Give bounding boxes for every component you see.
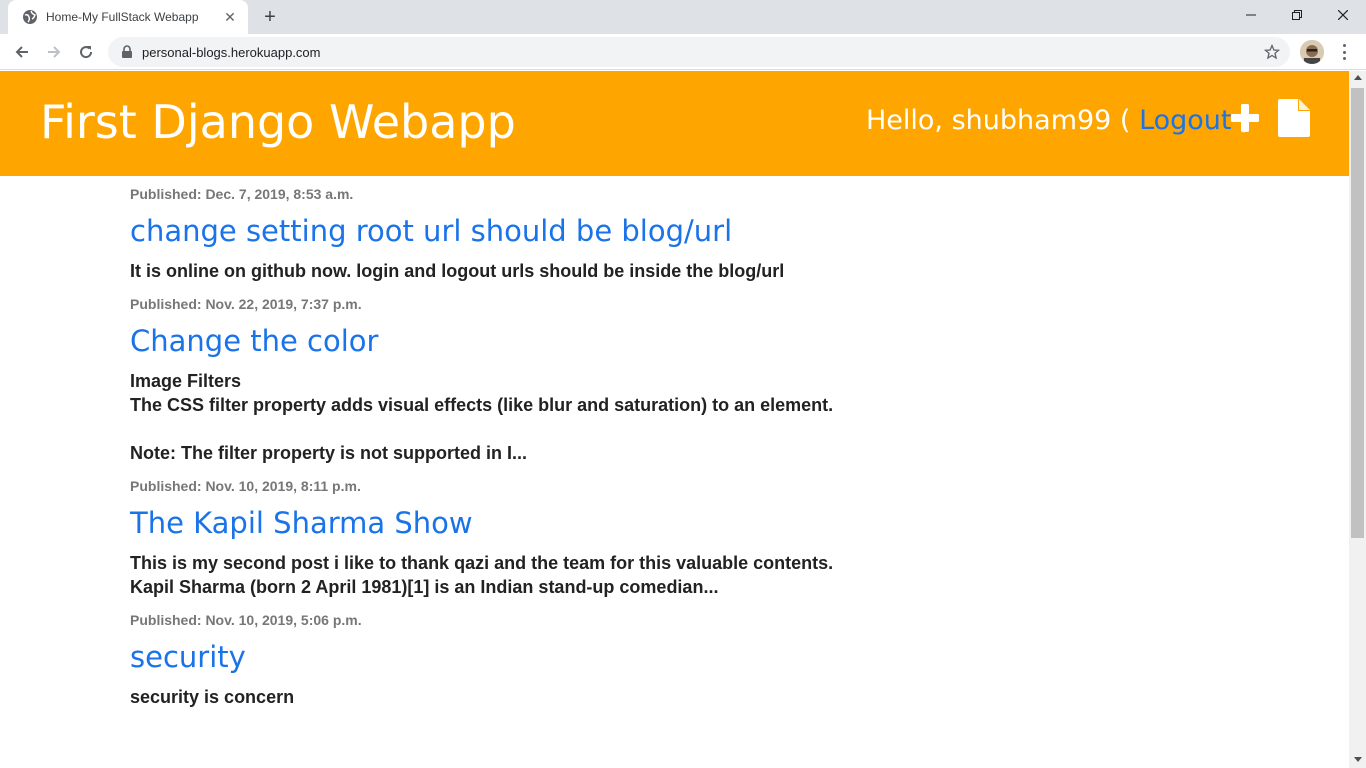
site-header: First Django Webapp Hello, shubham99 ( L… [0, 71, 1349, 176]
forward-button[interactable] [40, 38, 68, 66]
post-date: Published: Nov. 10, 2019, 8:11 p.m. [130, 478, 361, 494]
forward-arrow-icon [48, 46, 61, 58]
post-title-link[interactable]: Change the color [130, 323, 890, 359]
logout-link[interactable]: Logout [1139, 105, 1231, 136]
post-item: Published: Dec. 7, 2019, 8:53 a.m. chang… [130, 183, 890, 283]
avatar-icon [1300, 40, 1324, 64]
site-title[interactable]: First Django Webapp [40, 95, 516, 149]
post-excerpt: Image Filters The CSS filter property ad… [130, 371, 834, 463]
reload-button[interactable] [72, 38, 100, 66]
lock-icon [122, 45, 132, 58]
page-viewport: First Django Webapp Hello, shubham99 ( L… [0, 71, 1349, 768]
browser-menu-icon[interactable] [1336, 42, 1352, 62]
post-list: Published: Dec. 7, 2019, 8:53 a.m. chang… [130, 183, 890, 719]
globe-icon [23, 10, 37, 24]
plus-icon[interactable] [1230, 103, 1260, 133]
restore-icon [1292, 10, 1302, 20]
post-date: Published: Dec. 7, 2019, 8:53 a.m. [130, 186, 354, 202]
tab-strip: Home-My FullStack Webapp ✕ + [0, 0, 1366, 34]
post-excerpt: security is concern [130, 687, 295, 707]
back-button[interactable] [8, 38, 36, 66]
back-arrow-icon [15, 46, 28, 58]
post-date: Published: Nov. 22, 2019, 7:37 p.m. [130, 296, 362, 312]
close-window-button[interactable] [1320, 0, 1366, 30]
profile-avatar[interactable] [1300, 40, 1324, 64]
post-date: Published: Nov. 10, 2019, 5:06 p.m. [130, 612, 362, 628]
browser-tab[interactable]: Home-My FullStack Webapp ✕ [8, 0, 248, 34]
scroll-down-icon[interactable] [1354, 757, 1362, 762]
scroll-up-icon[interactable] [1354, 75, 1362, 80]
address-bar[interactable]: personal-blogs.herokuapp.com [108, 37, 1290, 67]
close-icon [1338, 10, 1348, 20]
post-title-link[interactable]: change setting root url should be blog/u… [130, 213, 890, 249]
minimize-button[interactable] [1228, 0, 1274, 30]
document-icon[interactable] [1278, 99, 1310, 137]
user-greeting: Hello, shubham99 ( Logout ) [866, 105, 1251, 136]
bookmark-star-icon[interactable] [1264, 44, 1280, 60]
close-tab-icon[interactable]: ✕ [222, 9, 238, 25]
post-item: Published: Nov. 10, 2019, 8:11 p.m. The … [130, 475, 890, 599]
new-tab-button[interactable]: + [258, 6, 282, 28]
post-excerpt: This is my second post i like to thank q… [130, 553, 834, 597]
url-text: personal-blogs.herokuapp.com [142, 44, 321, 60]
minimize-icon [1246, 14, 1256, 16]
page-scrollbar[interactable] [1349, 71, 1366, 768]
post-title-link[interactable]: The Kapil Sharma Show [130, 505, 890, 541]
greeting-text: Hello, shubham99 ( [866, 105, 1131, 136]
post-excerpt: It is online on github now. login and lo… [130, 261, 785, 281]
reload-icon [80, 46, 93, 59]
browser-toolbar: personal-blogs.herokuapp.com [0, 34, 1366, 70]
scrollbar-thumb[interactable] [1351, 88, 1364, 538]
post-item: Published: Nov. 10, 2019, 5:06 p.m. secu… [130, 609, 890, 709]
restore-button[interactable] [1274, 0, 1320, 30]
tab-title: Home-My FullStack Webapp [46, 10, 199, 24]
post-title-link[interactable]: security [130, 639, 890, 675]
post-item: Published: Nov. 22, 2019, 7:37 p.m. Chan… [130, 293, 890, 465]
